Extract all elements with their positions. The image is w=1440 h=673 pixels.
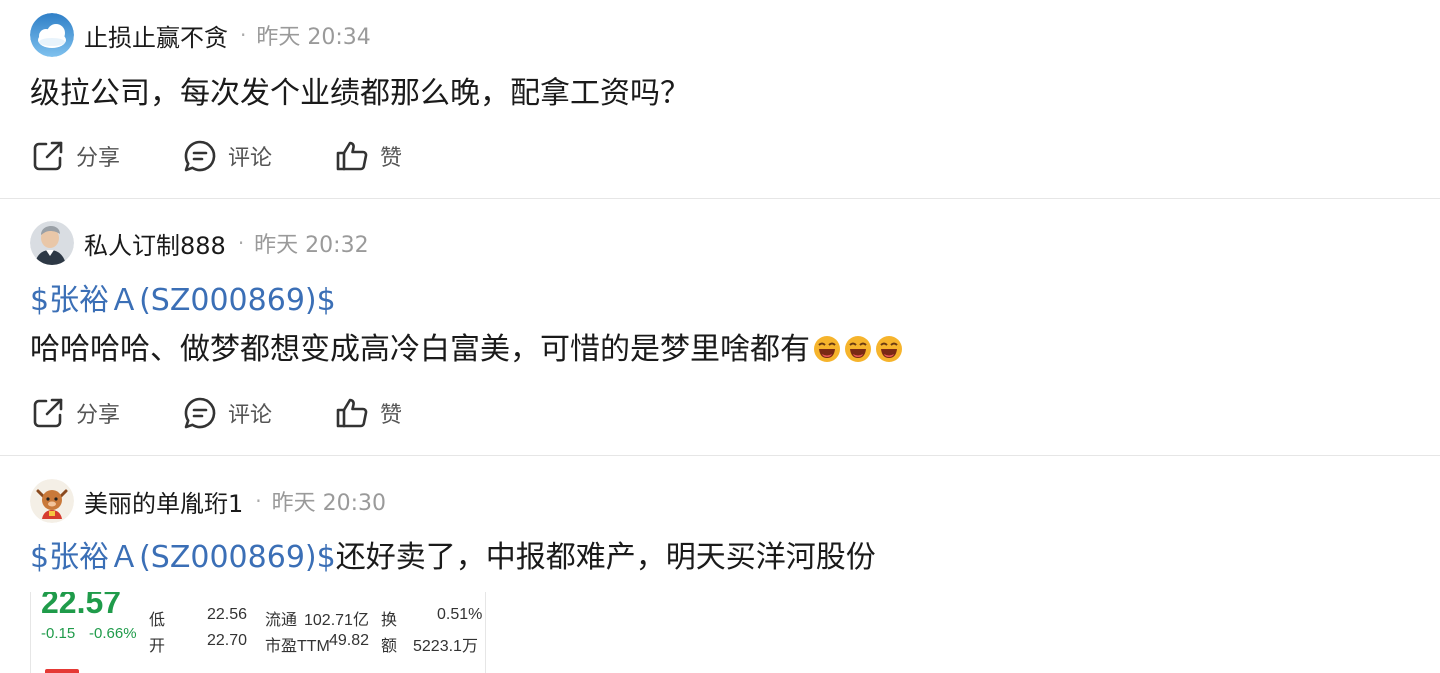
- market-badge: [45, 669, 79, 673]
- timestamp: 昨天 20:30: [271, 491, 387, 516]
- share-icon: [33, 398, 63, 428]
- separator-dot: ·: [237, 231, 245, 255]
- post-text: 级拉公司，每次发个业绩都那么晚，配拿工资吗？: [30, 74, 690, 114]
- like-icon: [336, 141, 368, 171]
- stock-link[interactable]: $张裕Ａ(SZ000869)$: [30, 540, 336, 575]
- post-text: 哈哈哈哈、做梦都想变成高冷白富美，可惜的是梦里啥都有: [30, 330, 903, 370]
- like-button[interactable]: 赞: [334, 395, 402, 431]
- timestamp: 昨天 20:32: [254, 233, 369, 258]
- quote-price: 22.57: [41, 592, 122, 620]
- post-header: 私人订制888 · 昨天 20:32: [30, 220, 369, 266]
- low-value: 22.56: [207, 606, 248, 623]
- open-value: 22.70: [207, 632, 248, 649]
- float-value: 102.71亿: [304, 612, 369, 629]
- comment-button[interactable]: 评论: [182, 138, 334, 174]
- avatar[interactable]: [30, 221, 74, 265]
- low-label: 低: [149, 612, 166, 629]
- action-bar: 分享 评论 赞: [30, 393, 402, 433]
- action-bar: 分享 评论 赞: [30, 136, 402, 176]
- like-button[interactable]: 赞: [334, 138, 402, 174]
- comment-label: 评论: [228, 403, 273, 428]
- comment-icon: [184, 397, 216, 429]
- username[interactable]: 私人订制888: [84, 226, 226, 261]
- turnover-label: 换: [381, 612, 398, 629]
- quote-change-pct: -0.66%: [89, 625, 137, 642]
- pe-value: 49.82: [329, 632, 370, 649]
- separator-dot: ·: [255, 489, 262, 513]
- avatar[interactable]: [30, 13, 74, 57]
- open-label: 开: [149, 638, 166, 655]
- comment-icon: [184, 140, 216, 172]
- post-header: 美丽的单胤珩1 · 昨天 20:30: [30, 478, 386, 524]
- turnover-value: 0.51%: [437, 606, 483, 623]
- post-1: 止损止赢不贪 · 昨天 20:34 级拉公司，每次发个业绩都那么晚，配拿工资吗？…: [0, 0, 1440, 198]
- username[interactable]: 止损止赢不贪: [84, 18, 228, 53]
- share-label: 分享: [76, 146, 121, 171]
- like-label: 赞: [380, 403, 403, 428]
- post-body: 级拉公司，每次发个业绩都那么晚，配拿工资吗？: [30, 76, 690, 111]
- laughing-emoji: [876, 336, 902, 362]
- stock-quote-card[interactable]: 22.57 -0.15 -0.66% 低 22.56 开 22.70 流通 10…: [30, 592, 486, 673]
- post-body: 哈哈哈哈、做梦都想变成高冷白富美，可惜的是梦里啥都有: [30, 332, 810, 367]
- laughing-emoji: [845, 336, 871, 362]
- share-icon: [33, 141, 63, 171]
- post-body: 还好卖了，中报都难产，明天买洋河股份: [335, 540, 876, 575]
- share-button[interactable]: 分享: [30, 395, 182, 431]
- amount-value: 5223.1万: [413, 638, 478, 655]
- share-label: 分享: [76, 403, 121, 428]
- comment-button[interactable]: 评论: [182, 395, 334, 431]
- laughing-emoji: [814, 336, 840, 362]
- share-button[interactable]: 分享: [30, 138, 182, 174]
- post-text: $张裕Ａ(SZ000869)$还好卖了，中报都难产，明天买洋河股份: [30, 538, 876, 578]
- comment-label: 评论: [228, 146, 273, 171]
- float-label: 流通: [265, 612, 298, 629]
- timestamp: 昨天 20:34: [256, 25, 371, 50]
- avatar[interactable]: [30, 479, 74, 523]
- quote-change: -0.15: [41, 625, 76, 642]
- post-header: 止损止赢不贪 · 昨天 20:34: [30, 12, 371, 58]
- post-2: 私人订制888 · 昨天 20:32 $张裕Ａ(SZ000869)$ 哈哈哈哈、…: [0, 199, 1440, 455]
- like-label: 赞: [380, 146, 403, 171]
- separator-dot: ·: [240, 23, 247, 47]
- amount-label: 额: [381, 638, 398, 655]
- username[interactable]: 美丽的单胤珩1: [84, 484, 243, 519]
- like-icon: [336, 398, 368, 428]
- stock-link[interactable]: $张裕Ａ(SZ000869)$: [30, 281, 336, 321]
- pe-label: 市盈TTM: [265, 638, 330, 655]
